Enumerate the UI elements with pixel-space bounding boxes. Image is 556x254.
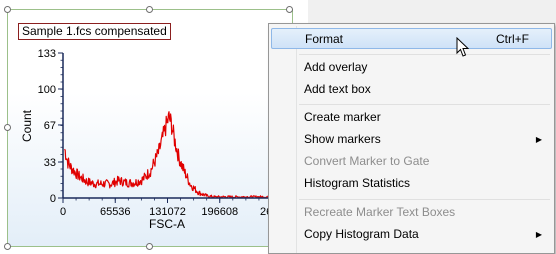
menu-item-copy-histogram-data[interactable]: Copy Histogram Data ▶ [271,224,552,245]
x-tick-label: 65536 [100,206,131,218]
menu-separator [299,54,550,55]
chart-title[interactable]: Sample 1.fcs compensated [18,23,171,40]
x-tick-label: 0 [60,206,66,218]
y-tick-label: 100 [38,84,56,96]
menu-item-add-overlay[interactable]: Add overlay [271,57,552,78]
histogram-series-line [64,111,272,199]
menu-separator [299,104,550,105]
menu-item-label: Add text box [304,82,371,96]
menu-item-label: Copy Histogram Data [304,227,419,241]
submenu-arrow-icon: ▶ [535,230,542,239]
menu-item-label: Create marker [304,110,381,124]
y-tick-label: 133 [38,48,56,60]
menu-item-label: Format [305,32,344,46]
x-axis-label: FSC-A [149,217,185,231]
menu-item-histogram-statistics[interactable]: Histogram Statistics [271,173,552,194]
menu-item-shortcut: Ctrl+F [496,32,529,46]
menu-item-label: Histogram Statistics [304,176,411,190]
x-tick-label: 196608 [201,206,238,218]
y-tick-label: 0 [50,193,56,205]
menu-separator [299,199,550,200]
y-tick-label: 33 [44,157,56,169]
submenu-arrow-icon: ▶ [535,135,542,144]
menu-item-recreate-marker-text-boxes[interactable]: Recreate Marker Text Boxes [271,202,552,223]
menu-item-show-markers[interactable]: Show markers ▶ [271,129,552,150]
context-menu: Format Ctrl+F Add overlay Add text box C… [268,23,555,254]
menu-item-label: Show markers [304,132,381,146]
y-tick-label: 67 [44,120,56,132]
menu-item-create-marker[interactable]: Create marker [271,107,552,128]
menu-item-add-text-box[interactable]: Add text box [271,79,552,100]
mouse-pointer-icon [456,37,470,57]
menu-item-convert-marker-to-gate[interactable]: Convert Marker to Gate [271,151,552,172]
menu-item-format[interactable]: Format Ctrl+F [271,28,552,49]
menu-item-label: Convert Marker to Gate [304,154,430,168]
y-axis-label: Count [20,109,34,142]
menu-item-label: Recreate Marker Text Boxes [304,205,456,219]
menu-item-label: Add overlay [304,60,368,74]
